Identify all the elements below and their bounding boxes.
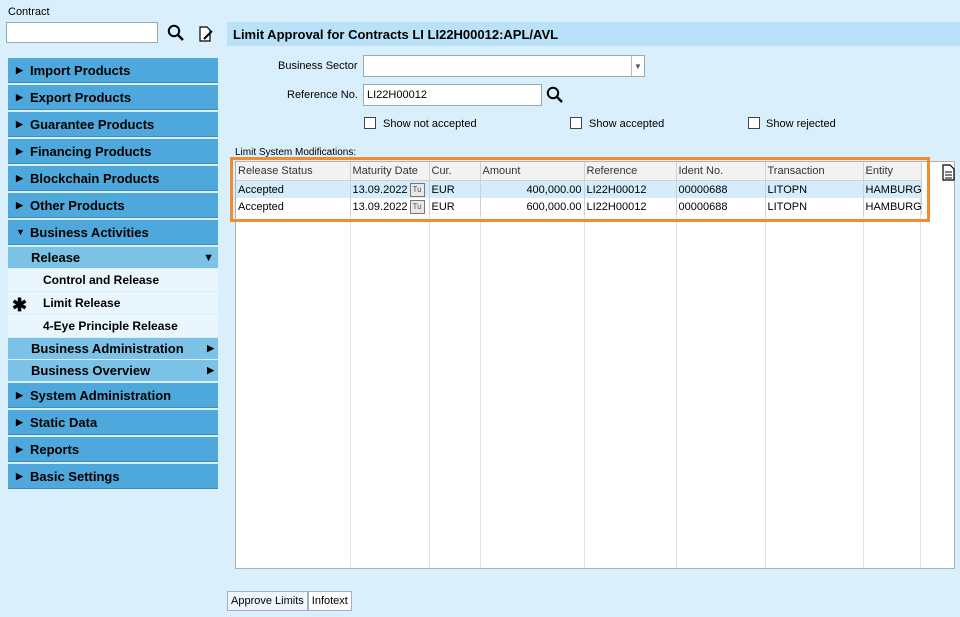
contract-input[interactable] [6,22,158,43]
table-row[interactable]: Accepted 13.09.2022 Tu EUR 600,000.00 LI2… [236,198,922,215]
sidebar-item-business-activities[interactable]: ▼ Business Activities [8,220,218,245]
sidebar-item-basic-settings[interactable]: ▶ Basic Settings [8,464,218,489]
triangle-right-icon: ▶ [16,172,23,183]
show-rejected-checkbox[interactable] [748,117,760,129]
triangle-right-icon: ▶ [16,199,23,210]
triangle-right-icon: ▶ [16,91,23,102]
grid-header-row: Release Status Maturity Date Cur. Amount… [236,162,922,181]
triangle-right-icon: ▶ [16,416,23,427]
reference-input[interactable]: LI22H00012 [363,84,542,106]
limit-modifications-grid: Release Status Maturity Date Cur. Amount… [235,161,955,569]
tab-approve-limits[interactable]: Approve Limits [227,591,308,611]
sidebar-subitem-limit-release[interactable]: ✱ Limit Release [8,292,218,315]
export-document-button[interactable] [939,162,959,182]
show-not-accepted-label: Show not accepted [383,118,477,130]
column-header-reference[interactable]: Reference [584,162,677,181]
column-header-currency[interactable]: Cur. [429,162,481,181]
triangle-right-icon: ▶ [16,470,23,481]
column-header-amount[interactable]: Amount [480,162,585,181]
show-rejected-label: Show rejected [766,118,836,130]
column-header-maturity-date[interactable]: Maturity Date [350,162,430,181]
triangle-right-icon: ▶ [207,343,214,353]
triangle-right-icon: ▶ [16,389,23,400]
sidebar-item-blockchain-products[interactable]: ▶ Blockchain Products [8,166,218,191]
page-title: Limit Approval for Contracts LI LI22H000… [227,22,960,46]
sidebar-subitem-control-and-release[interactable]: Control and Release [8,269,218,291]
sidebar-item-system-administration[interactable]: ▶ System Administration [8,383,218,408]
sidebar-item-other-products[interactable]: ▶ Other Products [8,193,218,218]
reference-label: Reference No. [287,89,358,101]
search-button[interactable] [166,23,186,43]
business-sector-label: Business Sector [278,60,358,72]
document-icon [942,163,955,181]
triangle-down-icon: ▼ [203,251,214,264]
sidebar-item-reports[interactable]: ▶ Reports [8,437,218,462]
edit-document-icon [199,25,213,42]
sidebar-subitem-4-eye-principle-release[interactable]: 4-Eye Principle Release [8,315,218,337]
search-icon [546,86,563,103]
triangle-right-icon: ▶ [16,64,23,75]
show-accepted-checkbox[interactable] [570,117,582,129]
show-not-accepted-checkbox[interactable] [364,117,376,129]
search-icon [167,24,184,41]
column-header-entity[interactable]: Entity [863,162,922,181]
calendar-icon[interactable]: Tu [409,199,425,214]
tab-infotext[interactable]: Infotext [307,591,352,611]
sidebar-nav: ▶ Import Products ▶ Export Products ▶ Guara… [8,58,218,491]
show-accepted-label: Show accepted [589,118,665,130]
triangle-down-icon: ▼ [16,227,25,237]
grid-caption: Limit System Modifications: [235,147,357,158]
active-star-icon: ✱ [12,295,28,315]
sidebar-subitem-business-overview[interactable]: Business Overview ▶ [8,360,218,381]
business-sector-select[interactable]: ▼ [363,55,645,77]
column-header-release-status[interactable]: Release Status [236,162,351,181]
triangle-right-icon: ▶ [16,118,23,129]
bottom-tabs: Approve Limits Infotext [227,591,352,611]
sidebar-subitem-business-administration[interactable]: Business Administration ▶ [8,338,218,359]
triangle-right-icon: ▶ [16,145,23,156]
calendar-icon[interactable]: Tu [409,182,425,197]
sidebar-item-export-products[interactable]: ▶ Export Products [8,85,218,110]
triangle-right-icon: ▶ [207,365,214,375]
sidebar-item-static-data[interactable]: ▶ Static Data [8,410,218,435]
table-row[interactable]: Accepted 13.09.2022 Tu EUR 400,000.00 LI2… [236,180,922,198]
sidebar-item-financing-products[interactable]: ▶ Financing Products [8,139,218,164]
column-header-ident-no[interactable]: Ident No. [676,162,766,181]
sidebar-item-import-products[interactable]: ▶ Import Products [8,58,218,83]
edit-document-button[interactable] [196,24,216,44]
triangle-right-icon: ▶ [16,443,23,454]
reference-search-button[interactable] [545,85,565,105]
chevron-down-icon: ▼ [631,56,644,76]
contract-label: Contract [8,6,50,18]
sidebar-item-guarantee-products[interactable]: ▶ Guarantee Products [8,112,218,137]
column-header-transaction[interactable]: Transaction [765,162,864,181]
sidebar-subitem-release[interactable]: Release ▼ [8,247,218,268]
